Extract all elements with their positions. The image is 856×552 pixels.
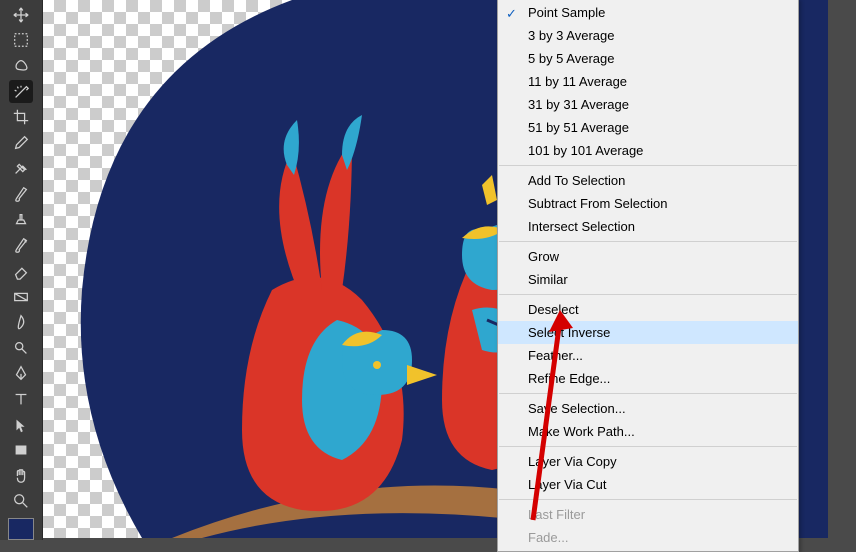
move-tool[interactable]: [9, 3, 33, 27]
lasso-tool[interactable]: [9, 54, 33, 78]
menu-separator: [499, 499, 797, 500]
brush-tool[interactable]: [9, 182, 33, 206]
foreground-color-swatch[interactable]: [8, 518, 34, 540]
crop-tool[interactable]: [9, 105, 33, 129]
gradient-tool[interactable]: [9, 285, 33, 309]
menu-item-similar[interactable]: Similar: [498, 268, 798, 291]
menu-separator: [499, 294, 797, 295]
menu-item-deselect[interactable]: Deselect: [498, 298, 798, 321]
zoom-tool[interactable]: [9, 490, 33, 514]
blur-tool[interactable]: [9, 310, 33, 334]
menu-item-3-by-3-average[interactable]: 3 by 3 Average: [498, 24, 798, 47]
healing-brush-tool[interactable]: [9, 157, 33, 181]
eraser-tool[interactable]: [9, 259, 33, 283]
pen-tool[interactable]: [9, 362, 33, 386]
menu-item-add-to-selection[interactable]: Add To Selection: [498, 169, 798, 192]
marquee-tool[interactable]: [9, 29, 33, 53]
menu-separator: [499, 393, 797, 394]
rectangle-tool[interactable]: [9, 438, 33, 462]
menu-item-101-by-101-average[interactable]: 101 by 101 Average: [498, 139, 798, 162]
menu-item-grow[interactable]: Grow: [498, 245, 798, 268]
menu-item-31-by-31-average[interactable]: 31 by 31 Average: [498, 93, 798, 116]
hand-tool[interactable]: [9, 464, 33, 488]
menu-item-refine-edge[interactable]: Refine Edge...: [498, 367, 798, 390]
menu-item-subtract-from-selection[interactable]: Subtract From Selection: [498, 192, 798, 215]
menu-separator: [499, 241, 797, 242]
menu-item-layer-via-copy[interactable]: Layer Via Copy: [498, 450, 798, 473]
check-icon: ✓: [506, 6, 517, 21]
menu-item-11-by-11-average[interactable]: 11 by 11 Average: [498, 70, 798, 93]
magic-wand-tool[interactable]: [9, 80, 33, 104]
dodge-tool[interactable]: [9, 336, 33, 360]
history-brush-tool[interactable]: [9, 233, 33, 257]
clone-stamp-tool[interactable]: [9, 208, 33, 232]
right-panel-edge: [828, 0, 856, 538]
menu-item-51-by-51-average[interactable]: 51 by 51 Average: [498, 116, 798, 139]
menu-separator: [499, 446, 797, 447]
menu-item-point-sample[interactable]: ✓Point Sample: [498, 1, 798, 24]
menu-item-5-by-5-average[interactable]: 5 by 5 Average: [498, 47, 798, 70]
menu-item-intersect-selection[interactable]: Intersect Selection: [498, 215, 798, 238]
menu-item-select-inverse[interactable]: Select Inverse: [498, 321, 798, 344]
eyedropper-tool[interactable]: [9, 131, 33, 155]
menu-item-feather[interactable]: Feather...: [498, 344, 798, 367]
menu-item-layer-via-cut[interactable]: Layer Via Cut: [498, 473, 798, 496]
type-tool[interactable]: [9, 387, 33, 411]
menu-item-save-selection[interactable]: Save Selection...: [498, 397, 798, 420]
path-selection-tool[interactable]: [9, 413, 33, 437]
menu-separator: [499, 165, 797, 166]
menu-item-make-work-path[interactable]: Make Work Path...: [498, 420, 798, 443]
context-menu: ✓Point Sample3 by 3 Average5 by 5 Averag…: [497, 0, 799, 552]
menu-item-last-filter: Last Filter: [498, 503, 798, 526]
tools-panel: [0, 0, 43, 540]
